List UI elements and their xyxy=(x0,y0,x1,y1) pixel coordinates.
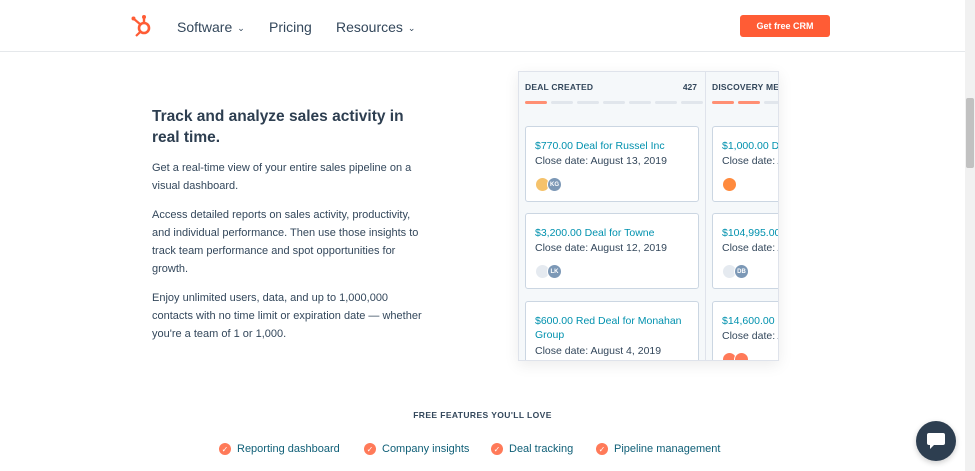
deal-close-date: Close date: A xyxy=(722,330,779,342)
deal-owners xyxy=(722,177,737,192)
check-circle-icon: ✓ xyxy=(364,443,376,455)
deal-title[interactable]: $3,200.00 Deal for Towne xyxy=(535,226,695,240)
deal-owners: DB xyxy=(722,264,749,279)
stage-progress xyxy=(712,101,778,104)
chat-launcher-button[interactable] xyxy=(916,421,956,461)
progress-segment xyxy=(655,101,677,104)
check-circle-icon: ✓ xyxy=(596,443,608,455)
deal-owners: KG xyxy=(535,177,562,192)
chevron-down-icon: ⌄ xyxy=(407,22,416,33)
progress-segment xyxy=(738,101,760,104)
deal-card[interactable]: $3,200.00 Deal for Towne Close date: Aug… xyxy=(525,213,699,289)
deal-card[interactable]: $1,000.00 D Close date: A xyxy=(712,126,779,202)
avatar: KG xyxy=(547,177,562,192)
nav-pricing[interactable]: Pricing xyxy=(269,19,312,35)
feature-label: Deal tracking xyxy=(509,443,574,455)
deal-close-date: Close date: August 13, 2019 xyxy=(535,155,667,167)
nav-resources-label: Resources xyxy=(336,19,403,35)
deal-card[interactable]: $770.00 Deal for Russel Inc Close date: … xyxy=(525,126,699,202)
check-circle-icon: ✓ xyxy=(219,443,231,455)
avatar: LK xyxy=(547,264,562,279)
deal-card[interactable]: $600.00 Red Deal for Monahan Group Close… xyxy=(525,301,699,360)
pipeline-board: DEAL CREATED 427 $770.00 Deal for Russel… xyxy=(518,71,779,361)
column-count: 427 xyxy=(682,82,697,92)
progress-segment xyxy=(629,101,651,104)
feature-company-insights[interactable]: ✓ Company insights xyxy=(364,443,469,455)
nav-software[interactable]: Software ⌄ xyxy=(177,19,245,35)
deal-card[interactable]: $14,600.00 S Close date: A xyxy=(712,301,779,360)
nav-software-label: Software xyxy=(177,19,233,35)
avatar: DB xyxy=(734,264,749,279)
paragraph-overview: Get a real-time view of your entire sale… xyxy=(152,162,412,192)
deal-title[interactable]: $770.00 Deal for Russel Inc xyxy=(535,139,695,153)
deal-title[interactable]: $600.00 Red Deal for Monahan Group xyxy=(535,314,695,342)
chat-bubble-icon xyxy=(927,433,945,449)
avatar xyxy=(722,177,737,192)
hubspot-logo-icon[interactable] xyxy=(130,14,152,38)
paragraph-unlimited: Enjoy unlimited users, data, and up to 1… xyxy=(152,292,422,340)
stage-progress xyxy=(525,101,703,104)
check-circle-icon: ✓ xyxy=(491,443,503,455)
deal-owners: LK xyxy=(535,264,562,279)
deal-card[interactable]: $104,995.00 Close date: A DB xyxy=(712,213,779,289)
top-nav: Software ⌄ Pricing Resources ⌄ Get free … xyxy=(0,0,965,52)
paragraph-reports: Access detailed reports on sales activit… xyxy=(152,209,419,275)
column-title: DISCOVERY MEE xyxy=(712,82,779,92)
pipeline-column: DEAL CREATED 427 $770.00 Deal for Russel… xyxy=(519,72,706,360)
feature-label: Pipeline management xyxy=(614,443,721,455)
progress-segment xyxy=(577,101,599,104)
deal-owners xyxy=(722,352,749,360)
progress-segment xyxy=(712,101,734,104)
pipeline-column: DISCOVERY MEE $1,000.00 D Close date: A … xyxy=(706,72,779,360)
features-title: FREE FEATURES YOU'LL LOVE xyxy=(413,410,552,420)
progress-segment xyxy=(681,101,703,104)
progress-segment xyxy=(551,101,573,104)
deal-title[interactable]: $1,000.00 D xyxy=(722,139,778,153)
deal-title[interactable]: $104,995.00 xyxy=(722,226,778,240)
progress-segment xyxy=(603,101,625,104)
deal-close-date: Close date: August 12, 2019 xyxy=(535,242,667,254)
scrollbar-thumb[interactable] xyxy=(966,98,974,168)
nav-resources[interactable]: Resources ⌄ xyxy=(336,19,415,35)
deal-close-date: Close date: A xyxy=(722,155,779,167)
deal-title[interactable]: $14,600.00 S xyxy=(722,314,778,328)
feature-pipeline-management[interactable]: ✓ Pipeline management xyxy=(596,443,720,455)
progress-segment xyxy=(764,101,778,104)
feature-reporting-dashboard[interactable]: ✓ Reporting dashboard xyxy=(219,443,340,455)
page-scrollbar[interactable] xyxy=(965,0,975,471)
deal-close-date: Close date: A xyxy=(722,242,779,254)
nav-pricing-label: Pricing xyxy=(269,19,312,35)
feature-label: Company insights xyxy=(382,443,470,455)
deal-close-date: Close date: August 4, 2019 xyxy=(535,345,662,357)
avatar xyxy=(734,352,749,360)
feature-deal-tracking[interactable]: ✓ Deal tracking xyxy=(491,443,573,455)
column-title: DEAL CREATED xyxy=(525,82,594,92)
chevron-down-icon: ⌄ xyxy=(237,22,245,33)
section-heading: Track and analyze sales activity in real… xyxy=(152,108,404,146)
feature-label: Reporting dashboard xyxy=(237,443,340,455)
get-free-crm-button[interactable]: Get free CRM xyxy=(740,15,830,37)
progress-segment xyxy=(525,101,547,104)
page: Software ⌄ Pricing Resources ⌄ Get free … xyxy=(0,0,975,471)
